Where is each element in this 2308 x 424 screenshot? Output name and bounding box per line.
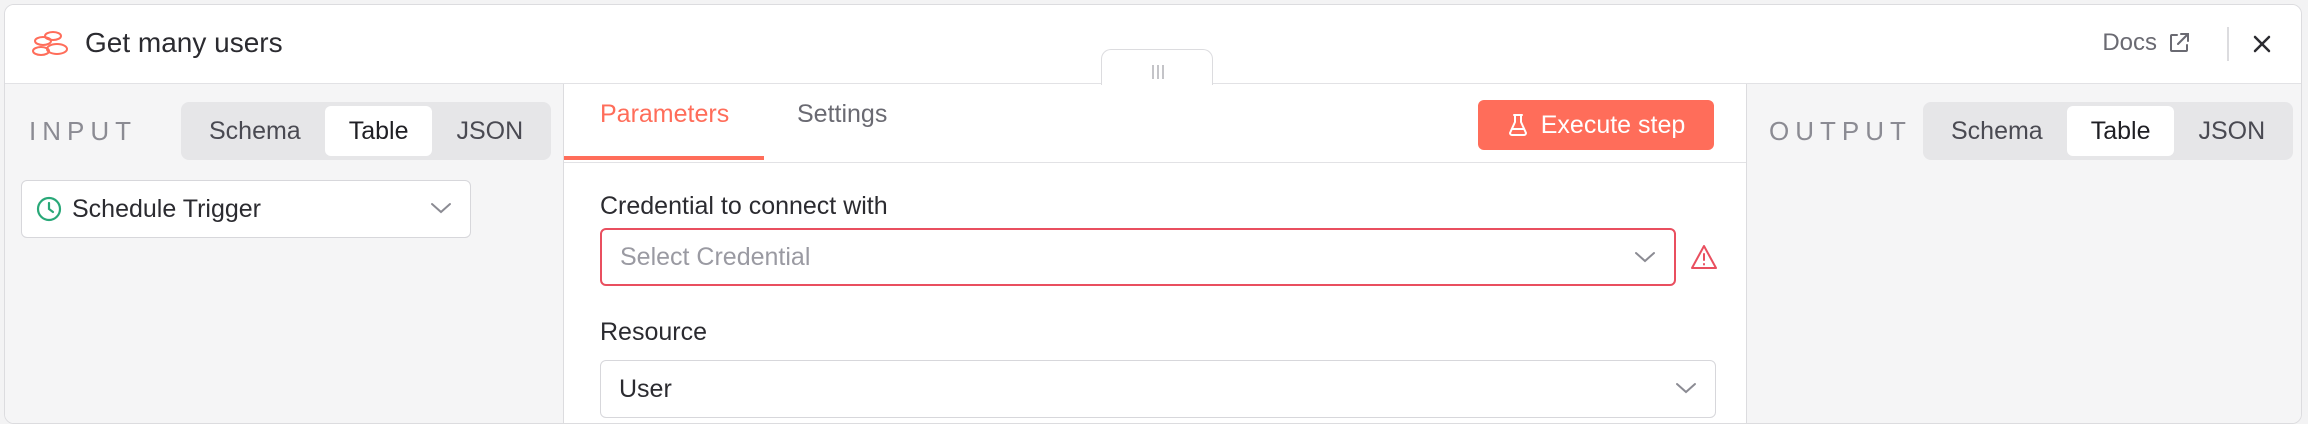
input-view-table[interactable]: Table — [324, 106, 433, 156]
credential-placeholder: Select Credential — [620, 242, 811, 271]
docs-label: Docs — [2102, 29, 2157, 56]
warning-icon — [1691, 245, 1717, 269]
output-view-json[interactable]: JSON — [2174, 106, 2289, 156]
input-view-toggle: Schema Table JSON — [181, 102, 552, 160]
input-label: INPUT — [29, 116, 137, 146]
tab-settings[interactable]: Settings — [797, 100, 887, 129]
external-link-icon — [2170, 33, 2189, 52]
input-node-select[interactable]: Schedule Trigger — [21, 180, 471, 238]
active-tab-indicator — [564, 156, 764, 160]
execute-step-button[interactable]: Execute step — [1478, 100, 1714, 150]
flask-icon — [1508, 114, 1527, 136]
node-details-modal: Get many users Docs INPUT Schema Table J… — [4, 4, 2302, 424]
credential-select[interactable]: Select Credential — [600, 228, 1676, 286]
chevron-down-icon — [431, 203, 451, 214]
clock-icon — [36, 196, 62, 222]
resource-value: User — [619, 374, 672, 403]
input-view-schema[interactable]: Schema — [185, 106, 325, 156]
panel-drag-handle[interactable] — [1101, 49, 1213, 85]
output-view-table[interactable]: Table — [2066, 106, 2175, 156]
chevron-down-icon — [1635, 252, 1655, 263]
resource-label: Resource — [600, 318, 707, 346]
close-icon[interactable] — [2247, 29, 2277, 59]
grip-icon — [1152, 65, 1164, 79]
chevron-down-icon — [1676, 383, 1696, 394]
output-view-toggle: Schema Table JSON — [1923, 102, 2294, 160]
tab-parameters[interactable]: Parameters — [600, 100, 729, 129]
credential-label: Credential to connect with — [600, 192, 888, 220]
output-view-schema[interactable]: Schema — [1927, 106, 2067, 156]
resource-select[interactable]: User — [600, 360, 1716, 418]
node-title: Get many users — [85, 27, 283, 58]
header-divider — [2227, 27, 2229, 61]
docs-link[interactable]: Docs — [2102, 29, 2191, 57]
tab-bar: Parameters Settings Execute step — [564, 84, 1746, 163]
input-panel: INPUT Schema Table JSON Schedule Trigger — [5, 84, 563, 423]
clouds-icon — [32, 31, 68, 56]
input-node-label: Schedule Trigger — [72, 194, 262, 223]
output-label: OUTPUT — [1769, 116, 1912, 146]
parameters-panel: Parameters Settings Execute step Credent… — [563, 84, 1747, 423]
output-panel: OUTPUT Schema Table JSON — [1747, 84, 2301, 423]
input-view-json[interactable]: JSON — [432, 106, 547, 156]
execute-step-label: Execute step — [1540, 110, 1686, 139]
